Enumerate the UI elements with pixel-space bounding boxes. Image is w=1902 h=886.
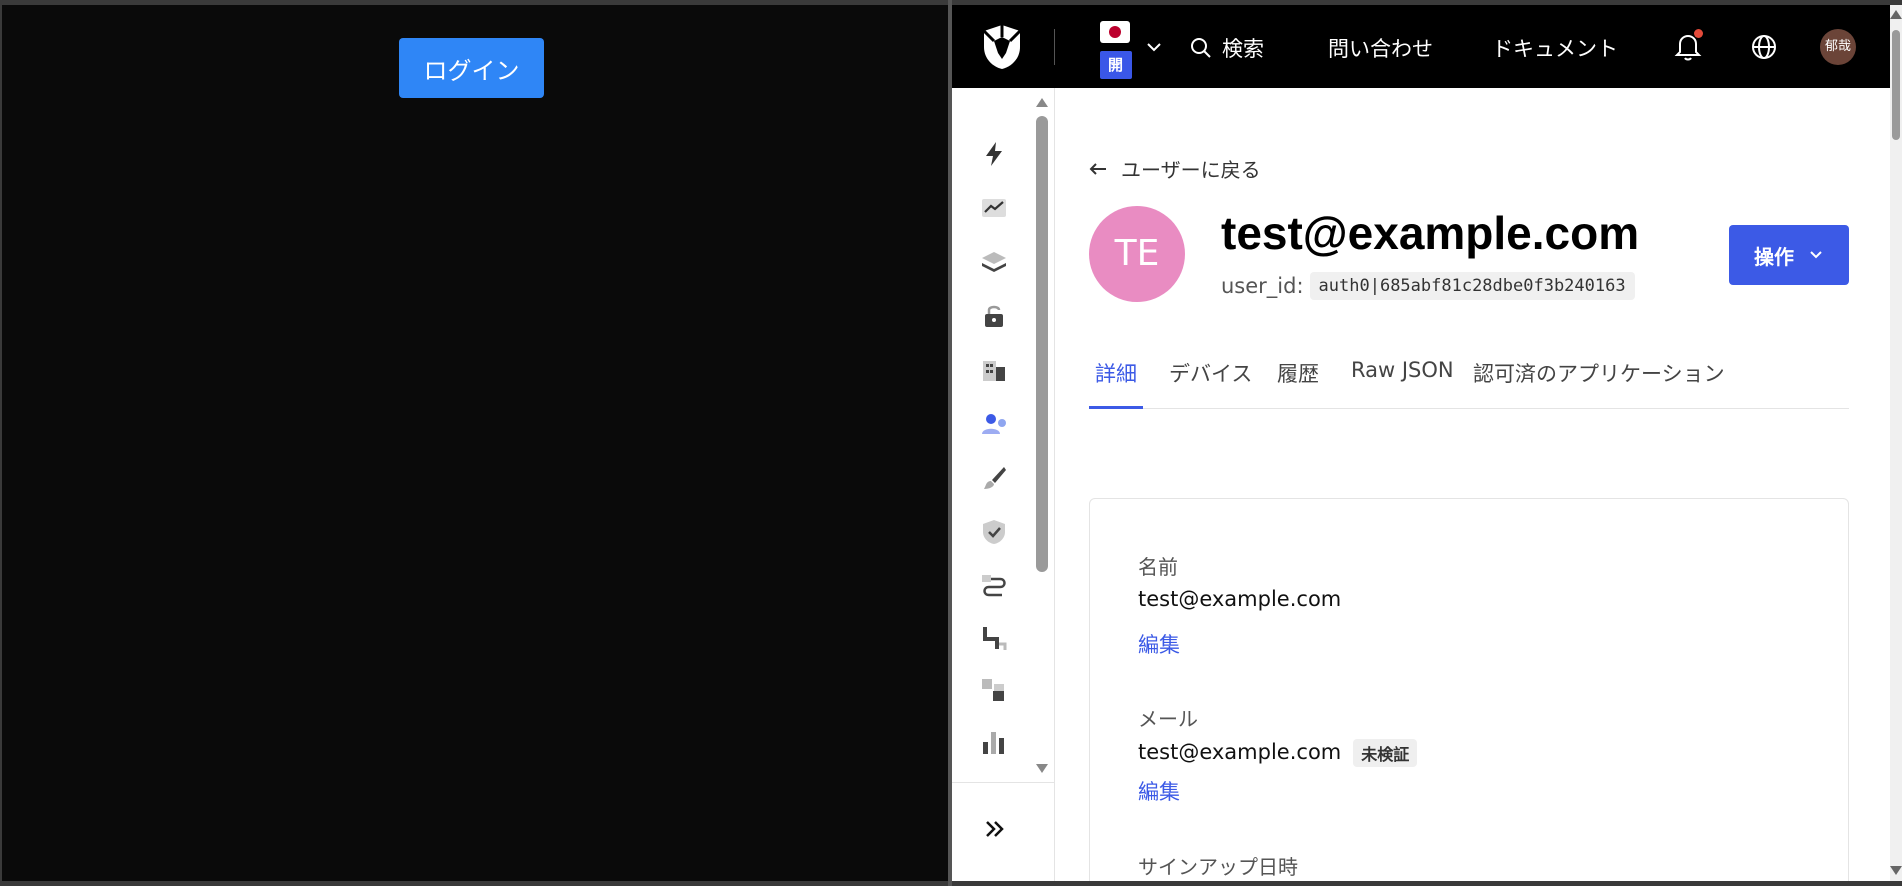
page-scroll-down-icon[interactable] — [1890, 866, 1902, 875]
user-id-value[interactable]: auth0|685abf81c28dbe0f3b240163 — [1309, 272, 1635, 300]
page-title: test@example.com — [1221, 207, 1640, 259]
user-id-label: user_id: — [1221, 274, 1304, 298]
contact-link[interactable]: 問い合わせ — [1328, 33, 1433, 63]
lightning-icon[interactable] — [980, 140, 1008, 168]
auth0-logo-icon[interactable] — [980, 23, 1024, 71]
page-scroll-up-icon[interactable] — [1890, 10, 1902, 19]
page-scrollbar[interactable] — [1892, 30, 1900, 140]
user-details-card: 名前 test@example.com 編集 メール test@example.… — [1089, 498, 1849, 881]
email-value: test@example.com — [1138, 740, 1342, 764]
email-label: メール — [1138, 707, 1198, 731]
building-icon[interactable] — [980, 356, 1008, 384]
top-navigation-bar: 開発 検索 問い合わせ ドキュメント — [952, 5, 1890, 88]
bar-chart-icon[interactable] — [980, 728, 1008, 756]
chevron-down-icon — [1810, 251, 1822, 259]
arrow-left-icon — [1089, 162, 1106, 175]
back-link-label: ユーザーに戻る — [1121, 158, 1261, 182]
name-label: 名前 — [1138, 555, 1178, 579]
search-button[interactable]: 検索 — [1190, 33, 1264, 63]
sidebar-scroll-up-icon[interactable] — [1036, 98, 1048, 107]
user-id-row: user_id: auth0|685abf81c28dbe0f3b240163 — [1221, 272, 1635, 300]
sidebar-footer-divider — [952, 782, 1054, 783]
actions-dropdown-button[interactable]: 操作 — [1729, 225, 1849, 285]
email-value-row: test@example.com 未検証 — [1138, 739, 1418, 767]
sidebar-scrollbar[interactable] — [1036, 116, 1048, 572]
login-button[interactable]: ログイン — [399, 38, 544, 98]
pipe-icon[interactable] — [980, 624, 1008, 652]
docs-link[interactable]: ドキュメント — [1492, 33, 1618, 63]
name-value: test@example.com — [1138, 587, 1342, 611]
tab-details[interactable]: 詳細 — [1089, 358, 1143, 409]
search-label: 検索 — [1222, 37, 1264, 61]
search-icon — [1191, 38, 1211, 58]
extensions-icon[interactable] — [980, 676, 1008, 704]
sidebar-scroll-down-icon[interactable] — [1036, 764, 1048, 773]
user-avatar-small[interactable]: 郁哉 — [1820, 29, 1856, 65]
environment-badge[interactable]: 開発 — [1100, 51, 1132, 79]
tab-raw-json[interactable]: Raw JSON — [1351, 358, 1454, 406]
user-avatar: TE — [1089, 206, 1185, 302]
user-detail-main: ユーザーに戻る TE test@example.com user_id: aut… — [1055, 88, 1890, 881]
left-app-pane: ログイン — [2, 5, 948, 881]
back-to-users-link[interactable]: ユーザーに戻る — [1089, 154, 1261, 183]
japan-flag-icon[interactable] — [1100, 21, 1130, 43]
actions-label: 操作 — [1754, 244, 1794, 269]
sidebar — [952, 88, 1055, 881]
topbar-separator — [1054, 29, 1055, 65]
signup-label: サインアップ日時 — [1138, 855, 1298, 879]
chevron-down-icon[interactable] — [1144, 37, 1164, 57]
email-edit-link[interactable]: 編集 — [1138, 776, 1180, 806]
brush-icon[interactable] — [980, 464, 1008, 492]
layers-icon[interactable] — [980, 248, 1008, 276]
tab-history[interactable]: 履歴 — [1277, 358, 1319, 406]
globe-icon[interactable] — [1750, 33, 1778, 61]
dashboard-pane: 開発 検索 問い合わせ ドキュメント — [952, 5, 1890, 881]
trending-up-icon[interactable] — [980, 194, 1008, 222]
unlock-icon[interactable] — [980, 302, 1008, 330]
status-badge: 未検証 — [1353, 739, 1418, 767]
workflow-icon[interactable] — [980, 572, 1008, 600]
screen: ログイン 開発 検索 問い合わせ ドキュメン — [0, 0, 1902, 886]
double-chevron-right-icon[interactable] — [982, 816, 1008, 842]
user-settings-icon[interactable] — [980, 410, 1008, 438]
tab-devices[interactable]: デバイス — [1169, 358, 1252, 406]
name-edit-link[interactable]: 編集 — [1138, 629, 1180, 659]
shield-check-icon[interactable] — [980, 518, 1008, 546]
notification-dot — [1694, 29, 1703, 38]
tab-authorized-apps[interactable]: 認可済のアプリケーション — [1473, 358, 1725, 406]
tab-bar: 詳細 デバイス 履歴 Raw JSON 認可済のアプリケーション — [1089, 358, 1849, 409]
